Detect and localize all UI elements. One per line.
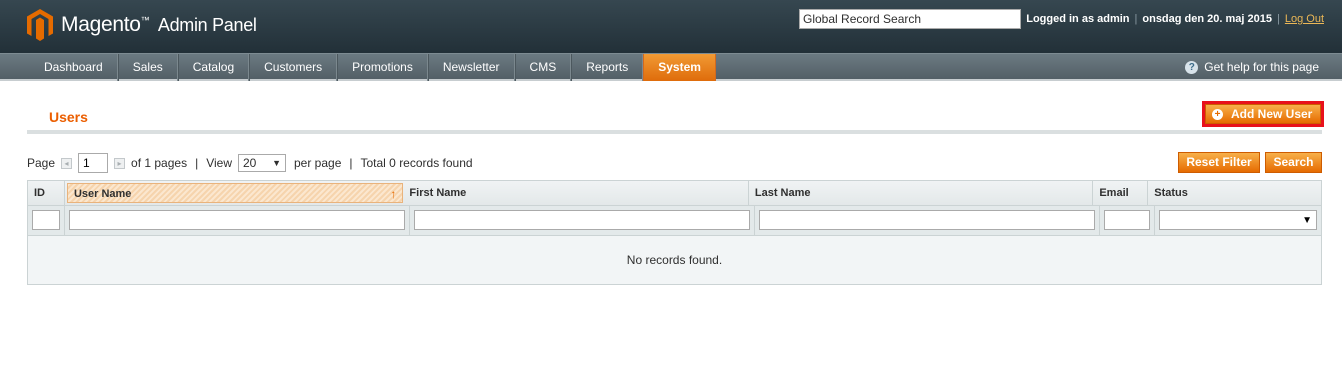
add-user-highlight: + Add New User [1202,101,1324,127]
title-divider [27,130,1322,134]
logo-word: Magento [61,13,141,36]
users-grid: ID User Name ↑ First Name Last Name Email… [27,180,1322,285]
filter-cell [1100,206,1155,235]
separator: | [1277,13,1280,25]
magento-logo-icon [27,9,53,41]
logo-text: Magento™ Admin Panel [61,13,257,37]
no-records-message: No records found. [28,236,1321,284]
nav-item-promotions[interactable]: Promotions [337,54,428,81]
filter-cell [28,206,65,235]
of-pages-text: of 1 pages [131,156,188,170]
chevron-down-icon: ▼ [1302,214,1312,226]
filter-email-input[interactable] [1104,210,1150,230]
column-header-last-name[interactable]: Last Name [749,181,1094,205]
filter-cell [410,206,755,235]
help-link[interactable]: ? Get help for this page [1185,60,1319,74]
filter-status-select[interactable]: ▼ [1159,210,1317,230]
sort-ascending-icon: ↑ [390,187,397,201]
column-label: ID [34,187,45,199]
page-title: Users [49,109,88,125]
column-header-email[interactable]: Email [1093,181,1149,205]
per-page-value: 20 [243,156,257,170]
help-label: Get help for this page [1204,60,1319,74]
help-icon: ? [1185,60,1199,74]
filter-user-name-input[interactable] [69,210,405,230]
per-page-label: per page [294,156,342,170]
search-button[interactable]: Search [1265,152,1322,173]
nav-item-reports[interactable]: Reports [571,54,644,81]
pager: Page ◂ ▸ of 1 pages | View 20▼ per page … [27,153,473,173]
main-nav: Dashboard Sales Catalog Customers Promot… [0,53,1342,81]
filter-id-input[interactable] [32,210,60,230]
logout-link[interactable]: Log Out [1285,13,1324,25]
view-label: View [206,156,232,170]
page-label: Page [27,156,56,170]
global-search-input[interactable] [799,9,1021,29]
nav-item-dashboard[interactable]: Dashboard [30,54,118,81]
filter-last-name-input[interactable] [759,210,1095,230]
column-label: Email [1099,187,1129,199]
chevron-down-icon: ▼ [272,158,281,168]
next-page-icon[interactable]: ▸ [114,157,126,169]
column-label: First Name [409,187,467,199]
add-new-user-label: Add New User [1231,107,1313,121]
plus-icon: + [1212,108,1223,120]
column-label: User Name [73,188,132,200]
add-new-user-button[interactable]: + Add New User [1205,104,1321,124]
nav-item-system[interactable]: System [643,54,716,81]
column-header-status[interactable]: Status [1148,181,1321,205]
nav-item-sales[interactable]: Sales [117,54,178,81]
separator: | [349,156,353,170]
logged-in-text: Logged in as admin [1026,13,1130,25]
column-label: Status [1154,187,1188,199]
column-label: Last Name [754,187,811,199]
prev-page-icon[interactable]: ◂ [61,157,73,169]
reset-filter-button[interactable]: Reset Filter [1178,152,1260,173]
grid-filter-row: ▼ [28,206,1321,236]
filter-cell [755,206,1100,235]
separator: | [195,156,199,170]
column-header-id[interactable]: ID [28,181,65,205]
nav-item-customers[interactable]: Customers [249,54,338,81]
column-header-first-name[interactable]: First Name [403,181,749,205]
column-header-user-name[interactable]: User Name ↑ [66,183,404,203]
total-records-text: Total 0 records found [360,156,473,170]
date-text: onsdag den 20. maj 2015 [1142,13,1272,25]
filter-first-name-input[interactable] [414,210,750,230]
logo-trademark: ™ [140,15,150,25]
logo-suffix: Admin Panel [157,15,257,35]
header-user-info: Logged in as admin | onsdag den 20. maj 20… [1026,13,1324,25]
header: Magento™ Admin Panel Logged in as admin |… [0,0,1342,53]
page-number-input[interactable] [78,153,109,173]
filter-cell: ▼ [1155,206,1321,235]
nav-items: Dashboard Sales Catalog Customers Promot… [30,54,716,81]
grid-header: ID User Name ↑ First Name Last Name Email… [28,181,1321,206]
magento-logo[interactable]: Magento™ Admin Panel [27,9,257,41]
filter-cell [65,206,410,235]
nav-item-catalog[interactable]: Catalog [177,54,250,81]
nav-item-newsletter[interactable]: Newsletter [427,54,515,81]
separator: | [1134,13,1138,25]
per-page-select[interactable]: 20 ▼ [238,154,286,172]
nav-item-cms[interactable]: CMS [514,54,572,81]
